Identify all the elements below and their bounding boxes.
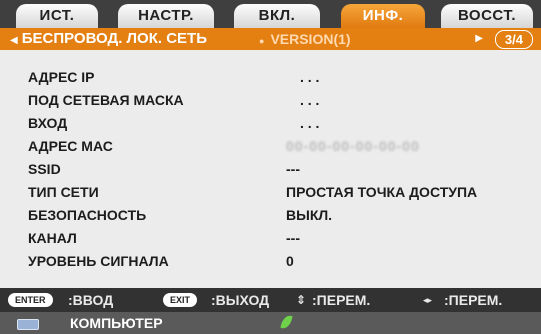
row-ip-address: АДРЕС IP . . . — [28, 66, 528, 88]
move-leftright-label: :ПЕРЕМ. — [444, 292, 503, 308]
left-right-arrows-icon: ◂▸ — [423, 295, 433, 305]
tab-info[interactable]: ИНФ. — [341, 4, 425, 28]
up-down-arrows-icon: ⇕ — [296, 293, 307, 307]
exit-key-icon: EXIT — [163, 293, 198, 307]
label-ip-address: АДРЕС IP — [28, 69, 95, 85]
label-signal-level: УРОВЕНЬ СИГНАЛА — [28, 253, 169, 269]
current-page[interactable]: ◀ БЕСПРОВОД. ЛОК. СЕТЬ — [10, 28, 207, 52]
enter-help-label: :ВВОД — [68, 292, 114, 308]
row-channel: КАНАЛ --- — [28, 227, 528, 249]
move-updown-label: :ПЕРЕМ. — [312, 292, 371, 308]
label-gateway: ВХОД — [28, 115, 68, 131]
tab-on[interactable]: ВКЛ. — [234, 4, 320, 28]
help-bar: ENTER :ВВОД EXIT :ВЫХОД ⇕ :ПЕРЕМ. ◂▸ :ПЕ… — [0, 288, 541, 312]
projector-menu: ИСТ. НАСТР. ВКЛ. ИНФ. ВОССТ. ◀ БЕСПРОВОД.… — [0, 0, 541, 334]
value-subnet-mask: . . . — [300, 92, 320, 108]
value-signal-level: 0 — [286, 253, 294, 269]
row-security: БЕЗОПАСНОСТЬ ВЫКЛ. — [28, 204, 528, 226]
page-indicator: 3/4 — [494, 30, 533, 49]
tab-source[interactable]: ИСТ. — [16, 4, 98, 28]
left-arrow-icon: ◀ — [10, 35, 18, 46]
row-signal-level: УРОВЕНЬ СИГНАЛА 0 — [28, 250, 528, 272]
label-subnet-mask: ПОД СЕТЕВАЯ МАСКА — [28, 92, 184, 108]
row-ssid: SSID --- — [28, 158, 528, 180]
value-mac-address: 00-00-00-00-00-00 — [286, 138, 420, 154]
label-mac-address: АДРЕС МАС — [28, 138, 113, 154]
exit-help-label: :ВЫХОД — [211, 292, 270, 308]
label-ssid: SSID — [28, 161, 61, 177]
label-channel: КАНАЛ — [28, 230, 77, 246]
value-ip-address: . . . — [300, 69, 320, 85]
row-gateway: ВХОД . . . — [28, 112, 528, 134]
leaf-icon — [280, 314, 293, 330]
tab-bar: ИСТ. НАСТР. ВКЛ. ИНФ. ВОССТ. — [0, 0, 541, 28]
tab-setup[interactable]: НАСТР. — [118, 4, 214, 28]
next-page-link[interactable]: ● VERSION(1) — [259, 28, 351, 52]
monitor-icon — [17, 319, 39, 330]
value-ssid: --- — [286, 161, 300, 177]
value-security: ВЫКЛ. — [286, 207, 333, 223]
next-page-label: VERSION(1) — [270, 31, 351, 47]
row-subnet-mask: ПОД СЕТЕВАЯ МАСКА . . . — [28, 89, 528, 111]
source-bar: КОМПЬЮТЕР — [0, 312, 541, 334]
label-network-type: ТИП СЕТИ — [28, 184, 99, 200]
label-security: БЕЗОПАСНОСТЬ — [28, 207, 147, 223]
tab-reset[interactable]: ВОССТ. — [441, 4, 533, 28]
sub-navigation: ◀ БЕСПРОВОД. ЛОК. СЕТЬ ● VERSION(1) ▶ 3/4 — [0, 28, 541, 50]
dot-icon: ● — [259, 36, 265, 46]
source-label: КОМПЬЮТЕР — [70, 315, 163, 331]
right-arrow-icon[interactable]: ▶ — [475, 28, 483, 50]
value-channel: --- — [286, 230, 300, 246]
page-title: БЕСПРОВОД. ЛОК. СЕТЬ — [21, 30, 207, 47]
enter-key-icon: ENTER — [8, 293, 53, 307]
row-mac-address: АДРЕС МАС 00-00-00-00-00-00 — [28, 135, 528, 157]
value-gateway: . . . — [300, 115, 320, 131]
row-network-type: ТИП СЕТИ ПРОСТАЯ ТОЧКА ДОСТУПА — [28, 181, 528, 203]
value-network-type: ПРОСТАЯ ТОЧКА ДОСТУПА — [286, 184, 478, 200]
